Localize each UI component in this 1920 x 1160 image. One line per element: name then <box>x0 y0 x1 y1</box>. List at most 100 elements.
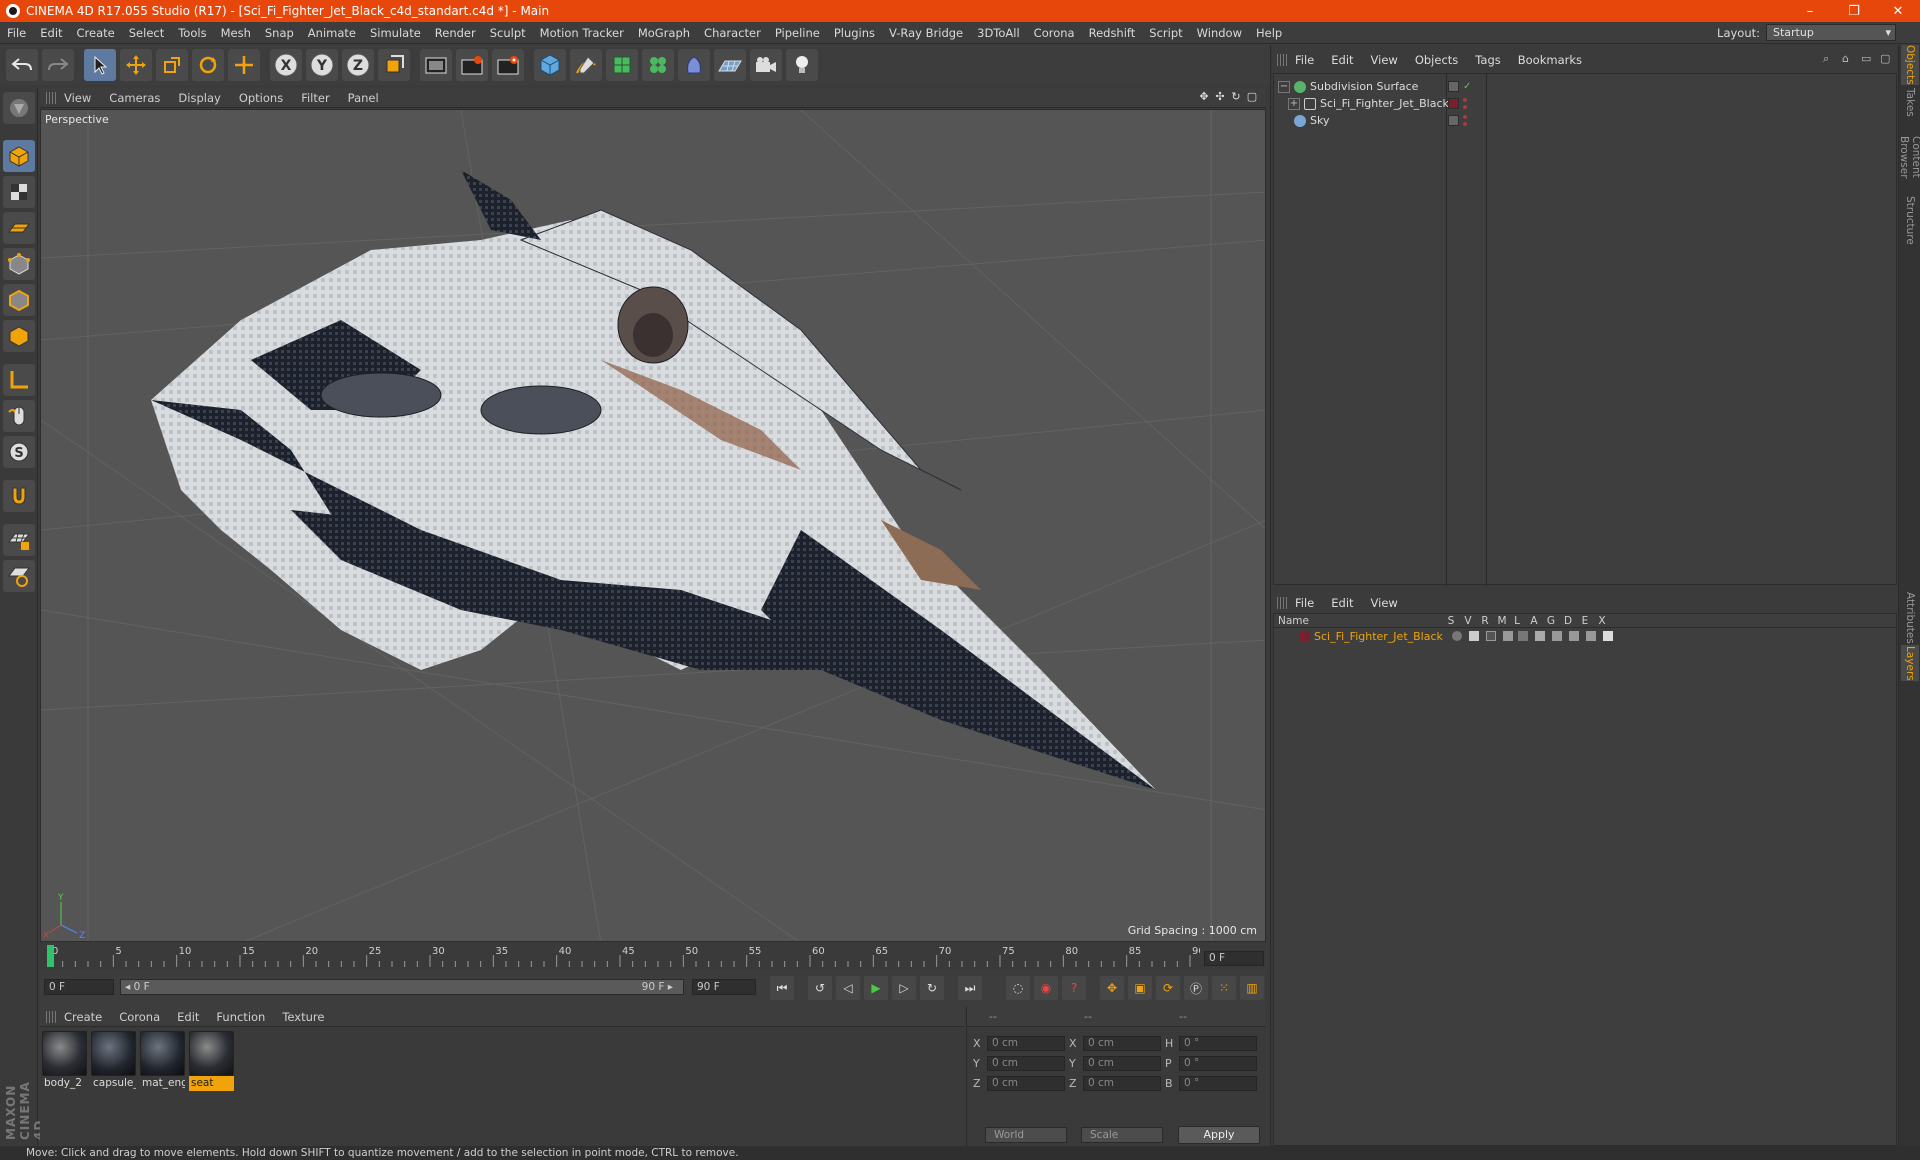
soft-selection-icon[interactable] <box>3 400 35 432</box>
maximize-view-icon[interactable]: ▢ <box>1246 91 1258 103</box>
visibility-dots-icon[interactable] <box>1463 98 1467 109</box>
lock-icon[interactable] <box>1518 631 1528 641</box>
menu-help[interactable]: Help <box>1249 26 1289 40</box>
menu-tools[interactable]: Tools <box>171 26 213 40</box>
menu-script[interactable]: Script <box>1142 26 1189 40</box>
panel-grip-icon[interactable] <box>46 91 56 104</box>
world-dropdown[interactable]: World <box>985 1127 1067 1143</box>
minimize-button[interactable]: – <box>1788 0 1832 22</box>
manager-toggle-icon[interactable] <box>1503 631 1513 641</box>
size-x-field[interactable]: 0 cm <box>1083 1035 1161 1051</box>
size-z-field[interactable]: 0 cm <box>1083 1075 1161 1091</box>
record-active-icon[interactable]: ◉ <box>1034 976 1058 1000</box>
panel-grip-icon[interactable] <box>1277 597 1287 609</box>
tab-structure[interactable]: Structure <box>1901 196 1919 245</box>
cloner-icon[interactable] <box>642 49 674 81</box>
snap-settings-icon[interactable] <box>3 524 35 556</box>
menu-select[interactable]: Select <box>122 26 171 40</box>
layout-dropdown[interactable]: Startup <box>1766 24 1896 41</box>
object-menu-tags[interactable]: Tags <box>1467 53 1509 67</box>
rotation-h-field[interactable]: 0 ° <box>1179 1035 1257 1051</box>
restore-button[interactable]: ❐ <box>1832 0 1876 22</box>
points-mode-icon[interactable] <box>3 212 35 244</box>
axis-y-icon[interactable]: Y <box>306 49 338 81</box>
edges-mode-icon[interactable] <box>3 248 35 280</box>
frame-range-slider[interactable]: ◂ 0 F 90 F ▸ <box>120 979 684 995</box>
tree-expander-icon[interactable]: + <box>1288 97 1300 110</box>
expression-toggle-icon[interactable] <box>1586 631 1596 641</box>
tweak-mode-icon[interactable] <box>3 364 35 396</box>
layer-menu-view[interactable]: View <box>1363 596 1407 610</box>
viewport-menu-options[interactable]: Options <box>231 91 293 105</box>
object-row-sci-fi-fighter-jet-black[interactable]: + Sci_Fi_Fighter_Jet_Black <box>1274 95 1898 112</box>
tab-takes[interactable]: Takes <box>1901 87 1919 117</box>
rotate-icon[interactable] <box>192 49 224 81</box>
polygons-mode-icon[interactable] <box>3 284 35 316</box>
object-row-subdivision-surface[interactable]: − Subdivision Surface ✓ <box>1274 78 1898 95</box>
playhead-marker[interactable] <box>47 945 54 967</box>
visible-toggle-icon[interactable] <box>1469 631 1479 641</box>
menu-window[interactable]: Window <box>1190 26 1249 40</box>
key-param-icon[interactable]: Ⓟ <box>1184 976 1208 1000</box>
scale-icon[interactable] <box>156 49 188 81</box>
previous-frame-icon[interactable]: ◁ <box>836 976 860 1000</box>
redo-icon[interactable] <box>42 49 74 81</box>
object-menu-edit[interactable]: Edit <box>1323 53 1362 67</box>
material-seat[interactable]: seat <box>189 1031 234 1093</box>
go-to-start-icon[interactable]: ⏮ <box>770 976 794 1000</box>
add-tool-icon[interactable] <box>228 49 260 81</box>
key-rotation-icon[interactable]: ⟳ <box>1156 976 1180 1000</box>
material-capsule[interactable]: capsule_ <box>91 1031 136 1093</box>
panel-grip-icon[interactable] <box>46 1010 56 1023</box>
current-frame-field[interactable]: 0 F <box>1204 951 1264 966</box>
undo-icon[interactable] <box>6 49 38 81</box>
render-settings-icon[interactable] <box>492 49 524 81</box>
pen-spline-icon[interactable] <box>570 49 602 81</box>
material-menu-function[interactable]: Function <box>208 1010 274 1024</box>
menu-snap[interactable]: Snap <box>258 26 301 40</box>
texture-mode-icon[interactable] <box>3 140 35 172</box>
deformer-icon[interactable] <box>678 49 710 81</box>
generator-toggle-icon[interactable] <box>1552 631 1562 641</box>
go-to-end-icon[interactable]: ⏭ <box>958 976 982 1000</box>
autokey-icon[interactable]: ? <box>1062 976 1086 1000</box>
tab-content-browser[interactable]: Content Browser <box>1898 119 1920 195</box>
deformer-toggle-icon[interactable] <box>1569 631 1579 641</box>
axis-x-icon[interactable]: X <box>270 49 302 81</box>
panel-grip-icon[interactable] <box>1277 54 1287 66</box>
model-mode-icon[interactable] <box>3 92 35 124</box>
material-menu-create[interactable]: Create <box>56 1010 111 1024</box>
menu-vray-bridge[interactable]: V-Ray Bridge <box>882 26 970 40</box>
start-frame-field[interactable]: 0 F <box>44 979 114 995</box>
render-view-icon[interactable] <box>420 49 452 81</box>
position-z-field[interactable]: 0 cm <box>987 1075 1065 1091</box>
axis-z-icon[interactable]: Z <box>342 49 374 81</box>
home-icon[interactable]: ⌂ <box>1842 53 1853 64</box>
perspective-viewport[interactable]: Y Z X Perspective Grid Spacing : 1000 cm <box>40 109 1266 942</box>
close-button[interactable]: ✕ <box>1876 0 1920 22</box>
material-body-2[interactable]: body_2 <box>42 1031 87 1093</box>
layer-color-swatch[interactable] <box>1300 631 1310 641</box>
key-position-icon[interactable]: ✥ <box>1100 976 1124 1000</box>
animation-toggle-icon[interactable] <box>1535 631 1545 641</box>
previous-key-icon[interactable]: ↺ <box>808 976 832 1000</box>
menu-render[interactable]: Render <box>428 26 483 40</box>
rotation-p-field[interactable]: 0 ° <box>1179 1055 1257 1071</box>
rotation-b-field[interactable]: 0 ° <box>1179 1075 1257 1091</box>
light-icon[interactable] <box>786 49 818 81</box>
layer-color-icon[interactable] <box>1448 98 1459 109</box>
size-y-field[interactable]: 0 cm <box>1083 1055 1161 1071</box>
search-icon[interactable]: ⌕ <box>1823 53 1834 64</box>
key-pla-icon[interactable]: ⁙ <box>1212 976 1236 1000</box>
axis-mode-icon[interactable] <box>3 320 35 352</box>
material-mat-eng[interactable]: mat_eng <box>140 1031 185 1093</box>
layer-tag-icon[interactable] <box>1448 115 1459 126</box>
position-y-field[interactable]: 0 cm <box>987 1055 1065 1071</box>
move-icon[interactable] <box>120 49 152 81</box>
subdivision-icon[interactable] <box>606 49 638 81</box>
record-off-icon[interactable]: ◌ <box>1006 976 1030 1000</box>
tab-objects[interactable]: Objects <box>1901 45 1919 85</box>
material-menu-edit[interactable]: Edit <box>169 1010 208 1024</box>
coordinate-system-icon[interactable] <box>378 49 410 81</box>
viewport-menu-cameras[interactable]: Cameras <box>101 91 170 105</box>
